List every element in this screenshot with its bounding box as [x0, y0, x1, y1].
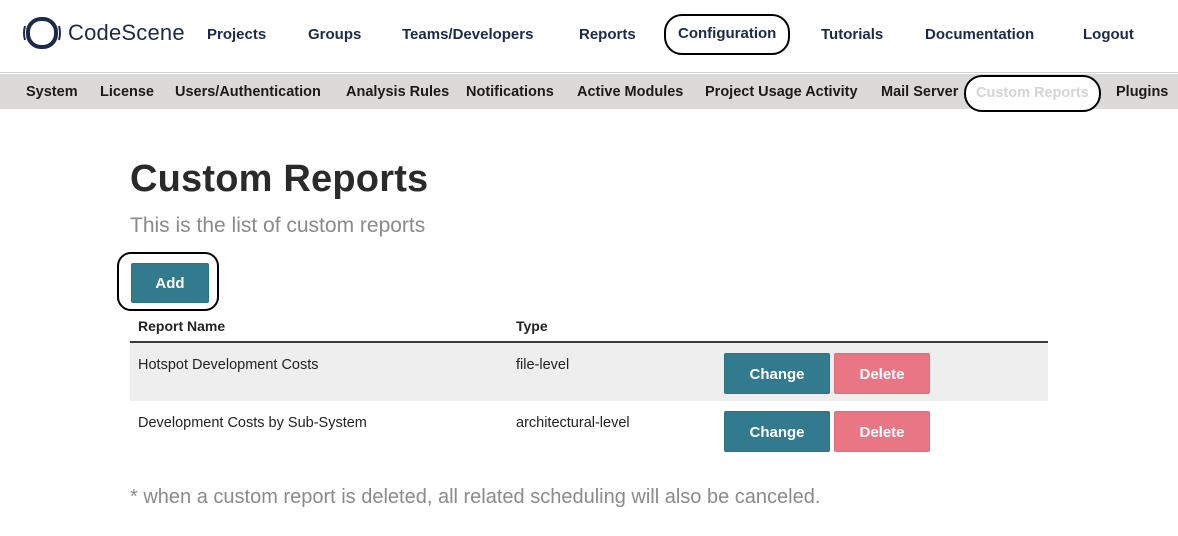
nav-tutorials[interactable]: Tutorials	[821, 22, 883, 48]
nav-projects[interactable]: Projects	[207, 22, 266, 48]
subnav-analysis-rules[interactable]: Analysis Rules	[346, 74, 449, 109]
change-button[interactable]: Change	[724, 411, 830, 452]
page-subtitle: This is the list of custom reports	[130, 214, 426, 237]
delete-button[interactable]: Delete	[834, 353, 930, 394]
change-button[interactable]: Change	[724, 353, 830, 394]
delete-button[interactable]: Delete	[834, 411, 930, 452]
subnav-license[interactable]: License	[100, 74, 154, 109]
logo-text: CodeScene	[68, 20, 185, 45]
column-header-report-name: Report Name	[138, 318, 226, 334]
subnav-mail-server[interactable]: Mail Server	[881, 74, 958, 109]
report-name: Development Costs by Sub-System	[138, 415, 367, 431]
subnav-users-authentication[interactable]: Users/Authentication	[175, 74, 321, 109]
custom-reports-table: Report Name Type Hotspot Development Cos…	[130, 313, 1048, 459]
subnav-notifications[interactable]: Notifications	[466, 74, 554, 109]
nav-configuration[interactable]: Configuration	[664, 14, 791, 55]
subnav-project-usage-activity[interactable]: Project Usage Activity	[705, 74, 858, 109]
nav-logout[interactable]: Logout	[1083, 22, 1134, 48]
deletion-footnote: * when a custom report is deleted, all r…	[130, 486, 821, 508]
report-type: architectural-level	[516, 415, 630, 431]
table-header: Report Name Type	[130, 313, 1048, 343]
report-type: file-level	[516, 357, 570, 373]
config-subnav: System License Users/Authentication Anal…	[0, 74, 1178, 112]
table-row: Development Costs by Sub-System architec…	[130, 401, 1048, 459]
table-row: Hotspot Development Costs file-level Cha…	[130, 343, 1048, 401]
row-actions: Change Delete	[724, 353, 930, 394]
add-report-button[interactable]: Add	[131, 263, 209, 303]
logo[interactable]: CodeScene	[22, 16, 185, 50]
nav-reports[interactable]: Reports	[579, 22, 636, 48]
row-actions: Change Delete	[724, 411, 930, 452]
subnav-active-modules[interactable]: Active Modules	[577, 74, 683, 109]
codescene-helmet-icon	[22, 16, 62, 50]
nav-teams-developers[interactable]: Teams/Developers	[402, 22, 533, 48]
page-title: Custom Reports	[130, 158, 429, 200]
nav-documentation[interactable]: Documentation	[925, 22, 1034, 48]
nav-groups[interactable]: Groups	[308, 22, 361, 48]
subnav-plugins[interactable]: Plugins	[1116, 74, 1168, 109]
subnav-custom-reports[interactable]: Custom Reports	[964, 75, 1101, 112]
top-navigation: CodeScene Projects Groups Teams/Develope…	[0, 0, 1178, 73]
column-header-type: Type	[516, 318, 548, 334]
subnav-system[interactable]: System	[26, 74, 78, 109]
report-name: Hotspot Development Costs	[138, 357, 319, 373]
